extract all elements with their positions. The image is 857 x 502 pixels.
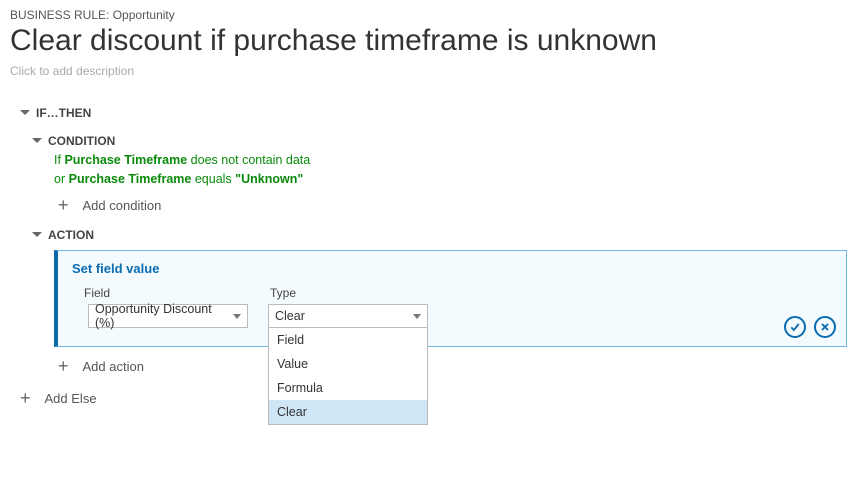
add-action-button[interactable]: + Add action: [58, 357, 847, 375]
condition-value: "Unknown": [235, 172, 303, 186]
breadcrumb: BUSINESS RULE: Opportunity: [10, 8, 847, 22]
condition-row[interactable]: or Purchase Timeframe equals "Unknown": [54, 172, 847, 186]
condition-keyword: If: [54, 153, 61, 167]
close-icon: [819, 321, 831, 333]
field-select-value: Opportunity Discount (%): [95, 302, 233, 330]
plus-icon: +: [20, 389, 31, 407]
condition-keyword: or: [54, 172, 65, 186]
action-label: ACTION: [48, 228, 94, 242]
condition-field: Purchase Timeframe: [69, 172, 192, 186]
chevron-down-icon: [413, 314, 421, 319]
type-select[interactable]: Clear: [268, 304, 428, 328]
chevron-down-icon: [32, 138, 42, 143]
page-title: Clear discount if purchase timeframe is …: [10, 24, 847, 58]
add-else-button[interactable]: + Add Else: [20, 389, 847, 407]
breadcrumb-entity: Opportunity: [113, 8, 175, 22]
field-select[interactable]: Opportunity Discount (%): [88, 304, 248, 328]
condition-header[interactable]: CONDITION: [32, 134, 847, 148]
type-option-clear[interactable]: Clear: [269, 400, 427, 424]
condition-row[interactable]: If Purchase Timeframe does not contain d…: [54, 153, 847, 167]
condition-label: CONDITION: [48, 134, 115, 148]
ifthen-label: IF…THEN: [36, 106, 91, 120]
action-card: Set field value Field Opportunity Discou…: [54, 250, 847, 347]
action-header[interactable]: ACTION: [32, 228, 847, 242]
add-condition-label: Add condition: [83, 198, 162, 213]
ifthen-header[interactable]: IF…THEN: [20, 106, 847, 120]
chevron-down-icon: [32, 232, 42, 237]
plus-icon: +: [58, 196, 69, 214]
add-condition-button[interactable]: + Add condition: [58, 196, 847, 214]
field-label: Field: [84, 286, 248, 300]
confirm-button[interactable]: [784, 316, 806, 338]
condition-operator: does not contain data: [191, 153, 311, 167]
plus-icon: +: [58, 357, 69, 375]
check-icon: [789, 321, 801, 333]
action-card-title: Set field value: [72, 261, 832, 276]
condition-operator: equals: [195, 172, 232, 186]
chevron-down-icon: [20, 110, 30, 115]
chevron-down-icon: [233, 314, 241, 319]
condition-field: Purchase Timeframe: [64, 153, 187, 167]
cancel-button[interactable]: [814, 316, 836, 338]
type-select-value: Clear: [275, 309, 305, 323]
type-label: Type: [270, 286, 428, 300]
add-action-label: Add action: [83, 359, 144, 374]
breadcrumb-prefix: BUSINESS RULE:: [10, 8, 109, 22]
type-option-formula[interactable]: Formula: [269, 376, 427, 400]
type-option-value[interactable]: Value: [269, 352, 427, 376]
add-else-label: Add Else: [45, 391, 97, 406]
description-input[interactable]: Click to add description: [10, 64, 847, 78]
type-option-field[interactable]: Field: [269, 328, 427, 352]
type-dropdown: Field Value Formula Clear: [268, 328, 428, 425]
